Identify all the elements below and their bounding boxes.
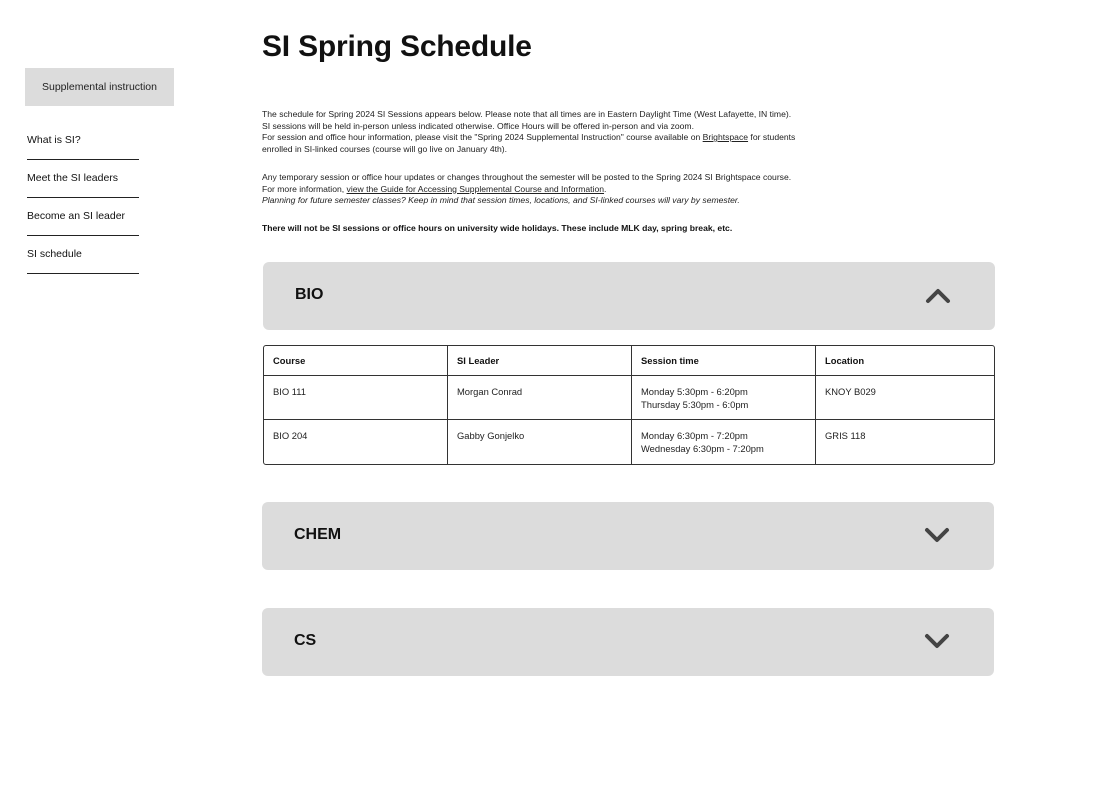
updates-paragraph: Any temporary session or office hour upd… xyxy=(262,172,962,207)
accordion-title: CS xyxy=(294,632,317,649)
intro-line: enrolled in SI-linked courses (course wi… xyxy=(262,143,508,154)
column-header-location: Location xyxy=(816,346,994,376)
page-title: SI Spring Schedule xyxy=(262,30,532,63)
updates-line: For more information, view the Guide for… xyxy=(262,184,962,196)
column-header-course: Course xyxy=(264,346,448,376)
chevron-down-icon[interactable] xyxy=(924,526,950,544)
table-row: BIO 204 Gabby Gonjelko Monday 6:30pm - 7… xyxy=(264,420,994,464)
accordion-cs[interactable]: CS xyxy=(262,608,994,676)
column-header-si-leader: SI Leader xyxy=(448,346,632,376)
cell-leader: Gabby Gonjelko xyxy=(448,420,632,464)
cell-location: GRIS 118 xyxy=(825,430,866,441)
table-row: BIO 111 Morgan Conrad Monday 5:30pm - 6:… xyxy=(264,376,994,420)
session-time-line: Wednesday 6:30pm - 7:20pm xyxy=(641,443,764,454)
updates-line: Any temporary session or office hour upd… xyxy=(262,172,792,182)
sidebar-item-what-is-si[interactable]: What is SI? xyxy=(27,134,139,160)
updates-text: . xyxy=(604,183,607,194)
accordion-title: CHEM xyxy=(294,526,342,543)
session-time-line: Monday 6:30pm - 7:20pm xyxy=(641,430,748,441)
intro-line: The schedule for Spring 2024 SI Sessions… xyxy=(262,109,792,119)
accordion-title: BIO xyxy=(295,286,324,303)
table-header-row: Course SI Leader Session time Location xyxy=(264,346,994,376)
chevron-up-icon[interactable] xyxy=(925,286,951,304)
sidebar-item-become-leader[interactable]: Become an SI leader xyxy=(27,210,139,236)
bio-schedule-table: Course SI Leader Session time Location B… xyxy=(263,345,995,465)
sidebar-header: Supplemental instruction xyxy=(25,68,174,106)
guide-link[interactable]: view the Guide for Accessing Supplementa… xyxy=(347,184,604,194)
holiday-notice: There will not be SI sessions or office … xyxy=(262,223,733,233)
cell-leader: Morgan Conrad xyxy=(448,376,632,420)
cell-course: BIO 111 xyxy=(264,376,448,420)
brightspace-link[interactable]: Brightspace xyxy=(703,132,748,142)
cell-location: KNOY B029 xyxy=(816,376,994,420)
cell-session-time: Monday 6:30pm - 7:20pm Wednesday 6:30pm -… xyxy=(632,420,816,464)
sidebar-item-meet-leaders[interactable]: Meet the SI leaders xyxy=(27,172,139,198)
intro-text: For session and office hour information,… xyxy=(262,132,703,142)
accordion-bio[interactable]: BIO xyxy=(263,262,995,330)
updates-text: For more information, xyxy=(262,183,347,194)
intro-paragraph: The schedule for Spring 2024 SI Sessions… xyxy=(262,109,962,155)
session-time-line: Thursday 5:30pm - 6:0pm xyxy=(641,399,749,410)
accordion-chem[interactable]: CHEM xyxy=(262,502,994,570)
intro-text: for students xyxy=(748,132,796,142)
column-header-session-time: Session time xyxy=(632,346,816,376)
sidebar-item-si-schedule[interactable]: SI schedule xyxy=(27,248,139,274)
intro-line: SI sessions will be held in-person unles… xyxy=(262,120,694,131)
cell-course: BIO 204 xyxy=(264,420,448,464)
planning-note: Planning for future semester classes? Ke… xyxy=(262,195,740,205)
cell-session-time: Monday 5:30pm - 6:20pm Thursday 5:30pm - … xyxy=(632,376,816,420)
chevron-down-icon[interactable] xyxy=(924,632,950,650)
intro-line: For session and office hour information,… xyxy=(262,132,962,144)
session-time-line: Monday 5:30pm - 6:20pm xyxy=(641,386,748,397)
